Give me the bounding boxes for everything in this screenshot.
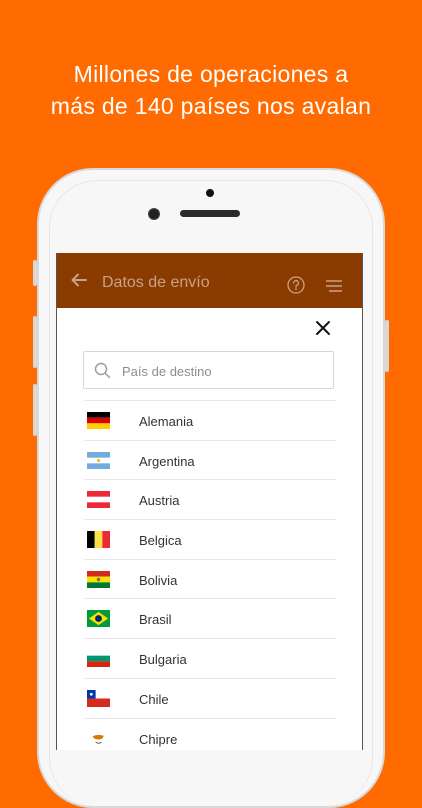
app-screen: Datos de envío Alemania Argentina Austria B… [56,253,363,750]
menu-icon[interactable] [325,279,343,293]
country-row-austria[interactable]: Austria [84,479,336,519]
country-row-belgica[interactable]: Belgica [84,519,336,559]
search-box[interactable] [83,351,334,390]
country-name: Bolivia [139,572,178,588]
flag-de-icon [87,412,110,429]
phone-volume-down [33,384,37,436]
phone-speaker [180,210,240,217]
flag-br-icon [87,610,110,628]
flag-be-icon [87,531,110,549]
page-title: Datos de envío [102,274,210,291]
phone-power-button [385,320,389,372]
country-row-argentina[interactable]: Argentina [84,439,336,480]
country-name: Chipre [139,731,178,747]
flag-bo-icon [87,570,110,588]
headline-line-2: más de 140 países nos avalan [50,93,372,119]
country-name: Argentina [139,453,195,469]
country-row-brasil[interactable]: Brasil [84,598,336,638]
phone-volume-up [33,316,37,368]
country-search-input[interactable] [120,352,324,390]
country-row-alemania[interactable]: Alemania [84,400,336,440]
country-row-bulgaria[interactable]: Bulgaria [84,638,336,678]
country-list: Alemania Argentina Austria Belgica Bolivia Br… [84,400,336,750]
question-circle-icon[interactable] [287,276,305,294]
country-row-bolivia[interactable]: Bolivia [84,558,336,599]
country-row-chipre[interactable]: Chipre [84,717,336,751]
flag-ar-icon [87,451,110,469]
close-icon[interactable] [315,320,331,336]
search-icon [94,362,111,379]
country-name: Alemania [139,414,194,429]
flag-cy-icon [87,729,110,747]
flag-at-icon [87,491,110,509]
country-name: Chile [139,691,169,707]
flag-cl-icon [87,689,110,707]
country-name: Brasil [139,612,172,628]
flag-bg-icon [87,650,110,668]
phone-sensor [206,189,214,197]
country-row-chile[interactable]: Chile [84,677,336,718]
app-bar: Datos de envío [57,253,362,308]
headline-line-1: Millones de operaciones a [73,61,349,87]
arrow-left-icon[interactable] [69,270,89,290]
country-name: Austria [139,493,180,509]
phone-camera [148,208,160,220]
country-name: Bulgaria [139,652,187,668]
headline: Millones de operaciones a más de 140 paí… [0,58,422,122]
country-name: Belgica [139,533,182,549]
phone-silent-switch [33,260,37,286]
